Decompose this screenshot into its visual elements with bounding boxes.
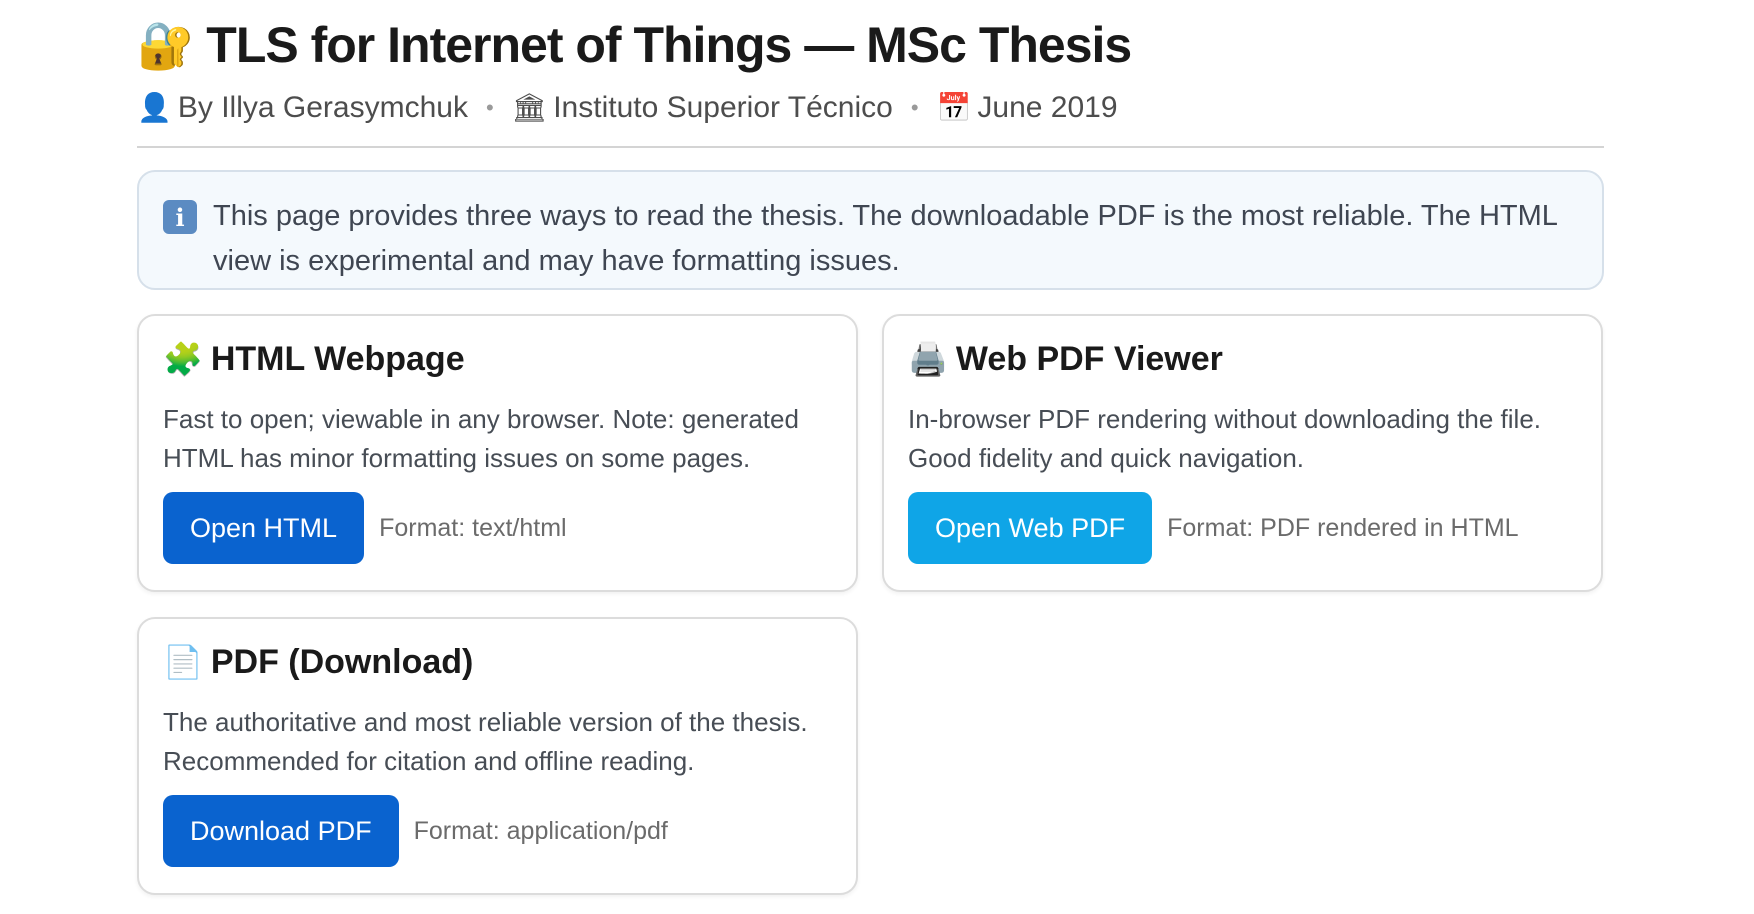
format-label: Format: PDF rendered in HTML	[1167, 513, 1519, 542]
date-text: June 2019	[977, 91, 1118, 124]
person-icon: 👤	[137, 92, 172, 123]
meta-separator: •	[485, 95, 494, 120]
open-web-pdf-button[interactable]: Open Web PDF	[908, 492, 1153, 564]
meta-separator: •	[910, 95, 919, 120]
institution-text: Instituto Superior Técnico	[553, 91, 893, 124]
card-description: In-browser PDF rendering without downloa…	[908, 404, 1542, 473]
card-header: 🖨️ Web PDF Viewer	[908, 338, 1577, 380]
card-actions: Download PDF Format: application/pdf	[163, 795, 832, 867]
card-description: Fast to open; viewable in any browser. N…	[163, 404, 799, 473]
open-html-button[interactable]: Open HTML	[163, 492, 365, 564]
notice-text: This page provides three ways to read th…	[213, 200, 1557, 277]
date-meta: 📅 June 2019	[937, 91, 1118, 125]
card-html-webpage: 🧩 HTML Webpage Fast to open; viewable in…	[137, 314, 858, 592]
author-text: By Illya Gerasymchuk	[177, 91, 468, 124]
card-actions: Open HTML Format: text/html	[163, 492, 832, 564]
meta-bar: 👤 By Illya Gerasymchuk • 🏛 Instituto Sup…	[137, 90, 1604, 126]
card-header: 🧩 HTML Webpage	[163, 338, 832, 380]
lock-key-icon: 🔐	[137, 19, 195, 71]
format-label: Format: text/html	[379, 513, 567, 542]
card-title: PDF (Download)	[210, 642, 474, 681]
card-description: The authoritative and most reliable vers…	[163, 707, 808, 776]
page-title: TLS for Internet of Things — MSc Thesis	[206, 17, 1132, 73]
institution-icon: 🏛	[511, 92, 548, 123]
info-icon: i	[163, 200, 197, 234]
card-pdf-download: 📄 PDF (Download) The authoritative and m…	[137, 617, 858, 895]
format-label: Format: application/pdf	[413, 816, 668, 845]
card-title: Web PDF Viewer	[955, 339, 1223, 378]
header-divider	[137, 146, 1604, 148]
puzzle-piece-icon: 🧩	[163, 341, 203, 377]
card-web-pdf-viewer: 🖨️ Web PDF Viewer In-browser PDF renderi…	[882, 314, 1603, 592]
info-notice: i This page provides three ways to read …	[137, 170, 1604, 290]
institution-meta: 🏛 Instituto Superior Técnico	[512, 91, 893, 125]
author-meta: 👤 By Illya Gerasymchuk	[137, 91, 468, 125]
reading-options: 🧩 HTML Webpage Fast to open; viewable in…	[137, 314, 1604, 904]
document-icon: 📄	[163, 644, 203, 680]
thesis-page: 🔐 TLS for Internet of Things — MSc Thesi…	[137, 0, 1604, 904]
download-pdf-button[interactable]: Download PDF	[163, 795, 399, 867]
printer-icon: 🖨️	[908, 341, 948, 377]
page-header: 🔐 TLS for Internet of Things — MSc Thesi…	[137, 0, 1604, 90]
card-title: HTML Webpage	[210, 339, 465, 378]
card-header: 📄 PDF (Download)	[163, 641, 832, 683]
calendar-icon: 📅	[936, 92, 972, 123]
card-actions: Open Web PDF Format: PDF rendered in HTM…	[908, 492, 1577, 564]
